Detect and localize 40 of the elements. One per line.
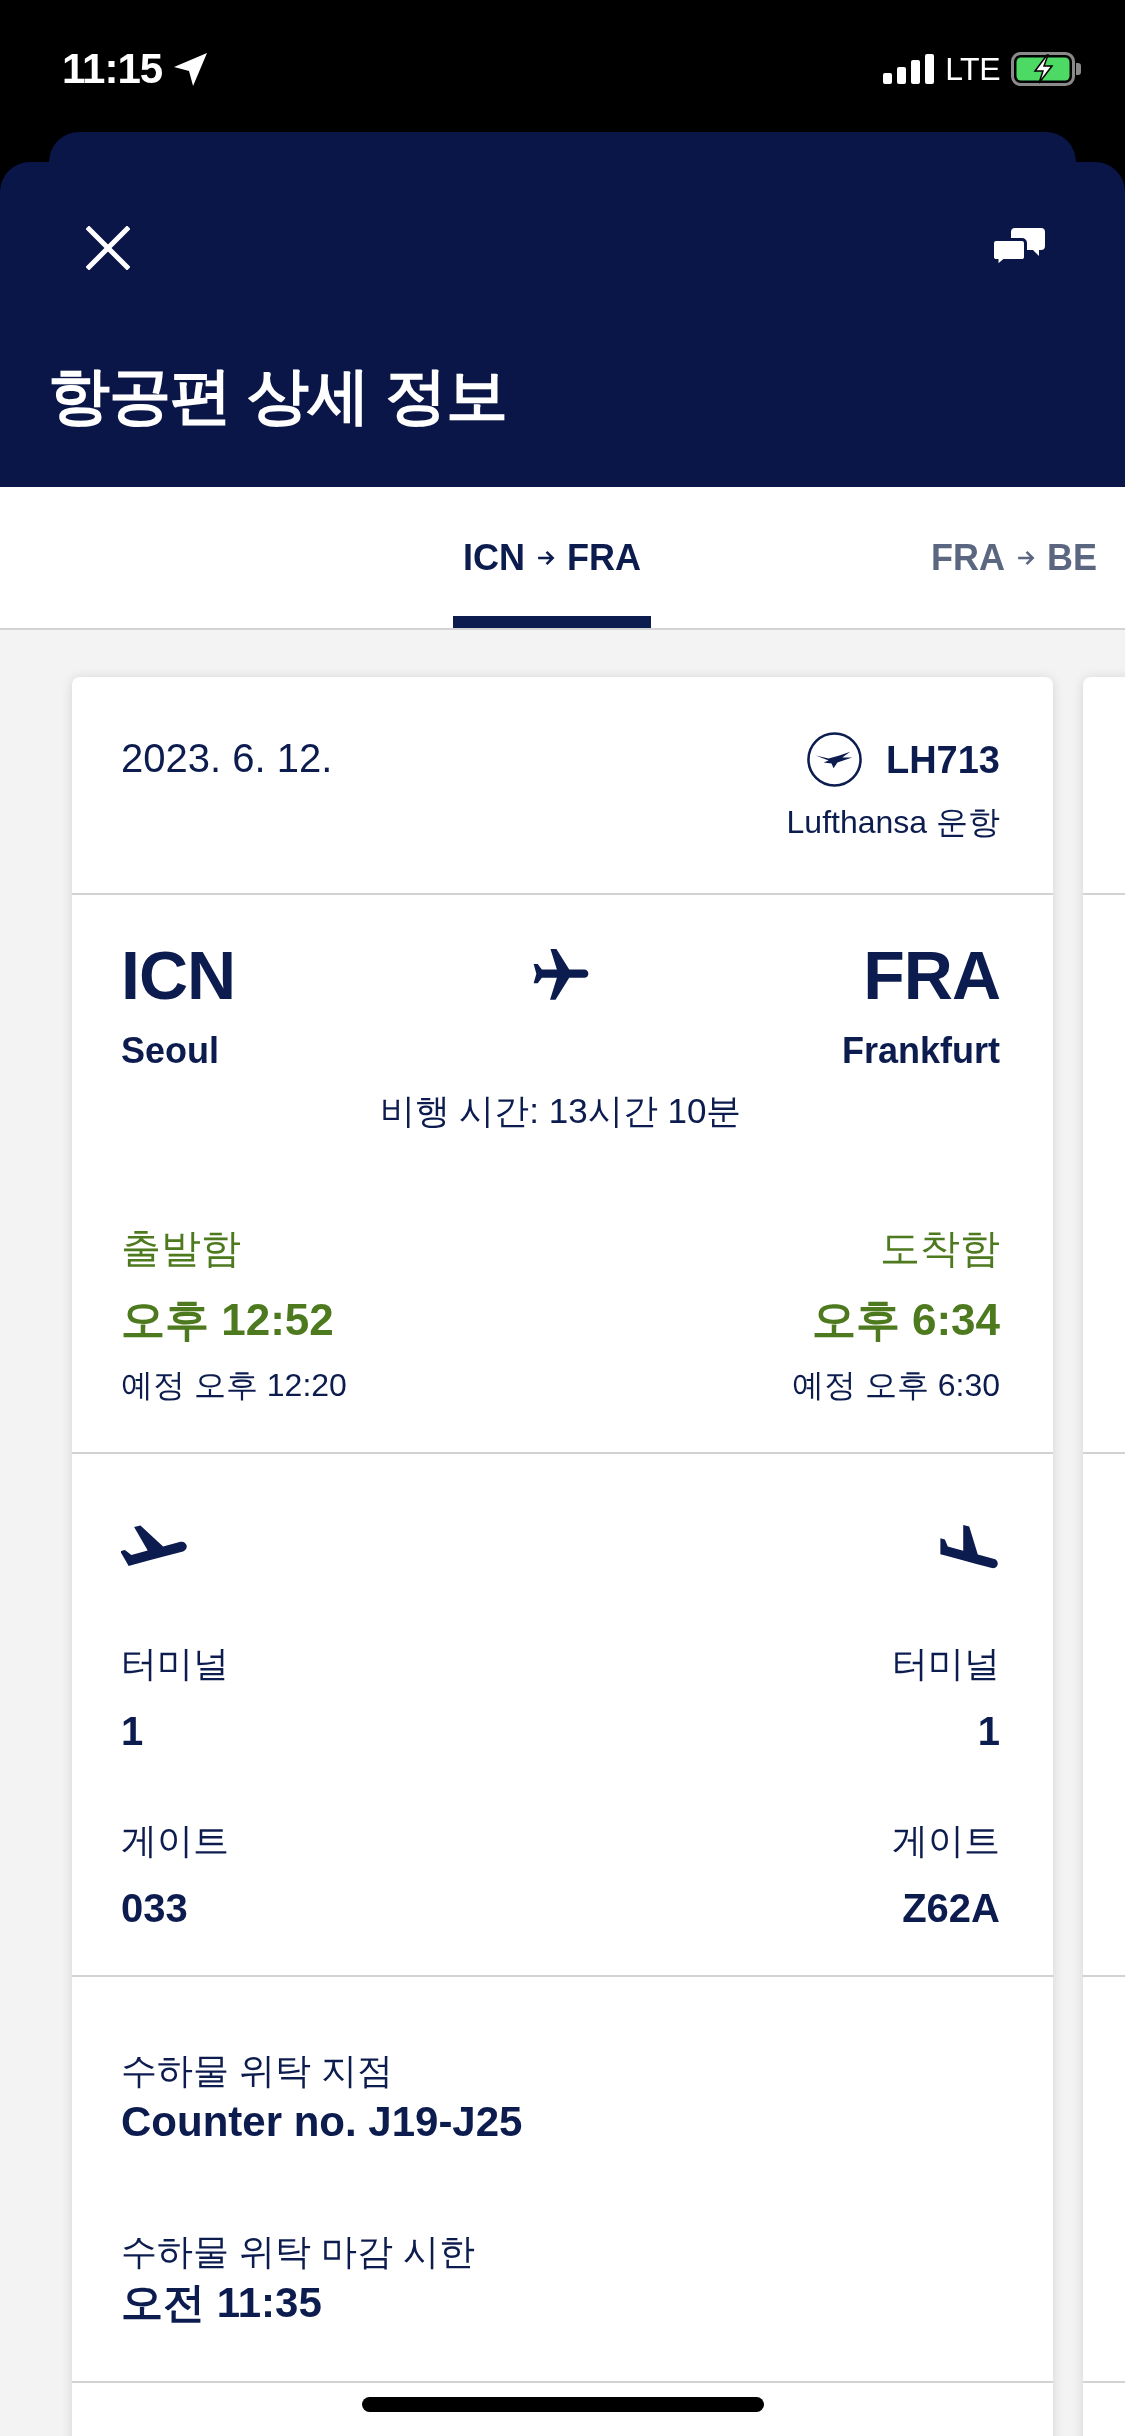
baggage-label: 수하물 위탁 지점 — [121, 2049, 393, 2093]
arrow-icon — [537, 549, 555, 566]
gate-label: 게이트 — [121, 1819, 229, 1863]
close-icon[interactable] — [86, 226, 130, 270]
terminal-label: 터미널 — [121, 1642, 229, 1686]
route-tab[interactable]: FRA BE — [921, 487, 1107, 628]
battery-charging-icon — [1011, 52, 1081, 86]
gate-value: 033 — [121, 1885, 188, 1932]
arrow-icon — [1017, 549, 1035, 566]
flight-number: LH713 — [885, 737, 1000, 783]
actual-time: 오후 6:34 — [811, 1294, 1000, 1346]
terminal-value: 1 — [977, 1708, 1000, 1755]
takeoff-icon — [121, 1525, 187, 1568]
landing-icon — [940, 1525, 1000, 1571]
flight-duration: 비행 시간: 13시간 10분 — [379, 1090, 742, 1132]
page-title: 항공편 상세 정보 — [48, 360, 509, 432]
terminal-value: 1 — [121, 1708, 144, 1755]
baggage-label: 수하물 위탁 마감 시한 — [121, 2230, 475, 2274]
operator-label: Lufthansa 운항 — [786, 803, 1000, 842]
city-name: Seoul — [121, 1029, 219, 1073]
flight-date: 2023. 6. 12. — [121, 735, 333, 782]
terminal-label: 터미널 — [892, 1642, 1000, 1686]
airport-code: ICN — [121, 939, 237, 1011]
scheduled-time: 예정 오후 6:30 — [791, 1366, 1000, 1405]
network-label: LTE — [945, 52, 1000, 86]
bird-logo-icon — [806, 732, 862, 787]
baggage-value: 오전 11:35 — [121, 2278, 322, 2328]
flight-status: 도착함 — [880, 1225, 1000, 1272]
gate-label: 게이트 — [892, 1819, 1000, 1863]
city-name: Frankfurt — [842, 1029, 1000, 1073]
airport-code: FRA — [862, 939, 1000, 1011]
scheduled-time: 예정 오후 12:20 — [121, 1366, 347, 1405]
baggage-value: Counter no. J19-J25 — [121, 2097, 523, 2147]
location-arrow-icon — [174, 52, 208, 86]
flight-status: 출발함 — [121, 1225, 241, 1272]
signal-icon — [883, 54, 935, 84]
actual-time: 오후 12:52 — [121, 1294, 334, 1346]
status-time: 11:15 — [62, 44, 163, 94]
airplane-icon — [532, 949, 589, 1001]
gate-value: Z62A — [902, 1885, 1000, 1932]
